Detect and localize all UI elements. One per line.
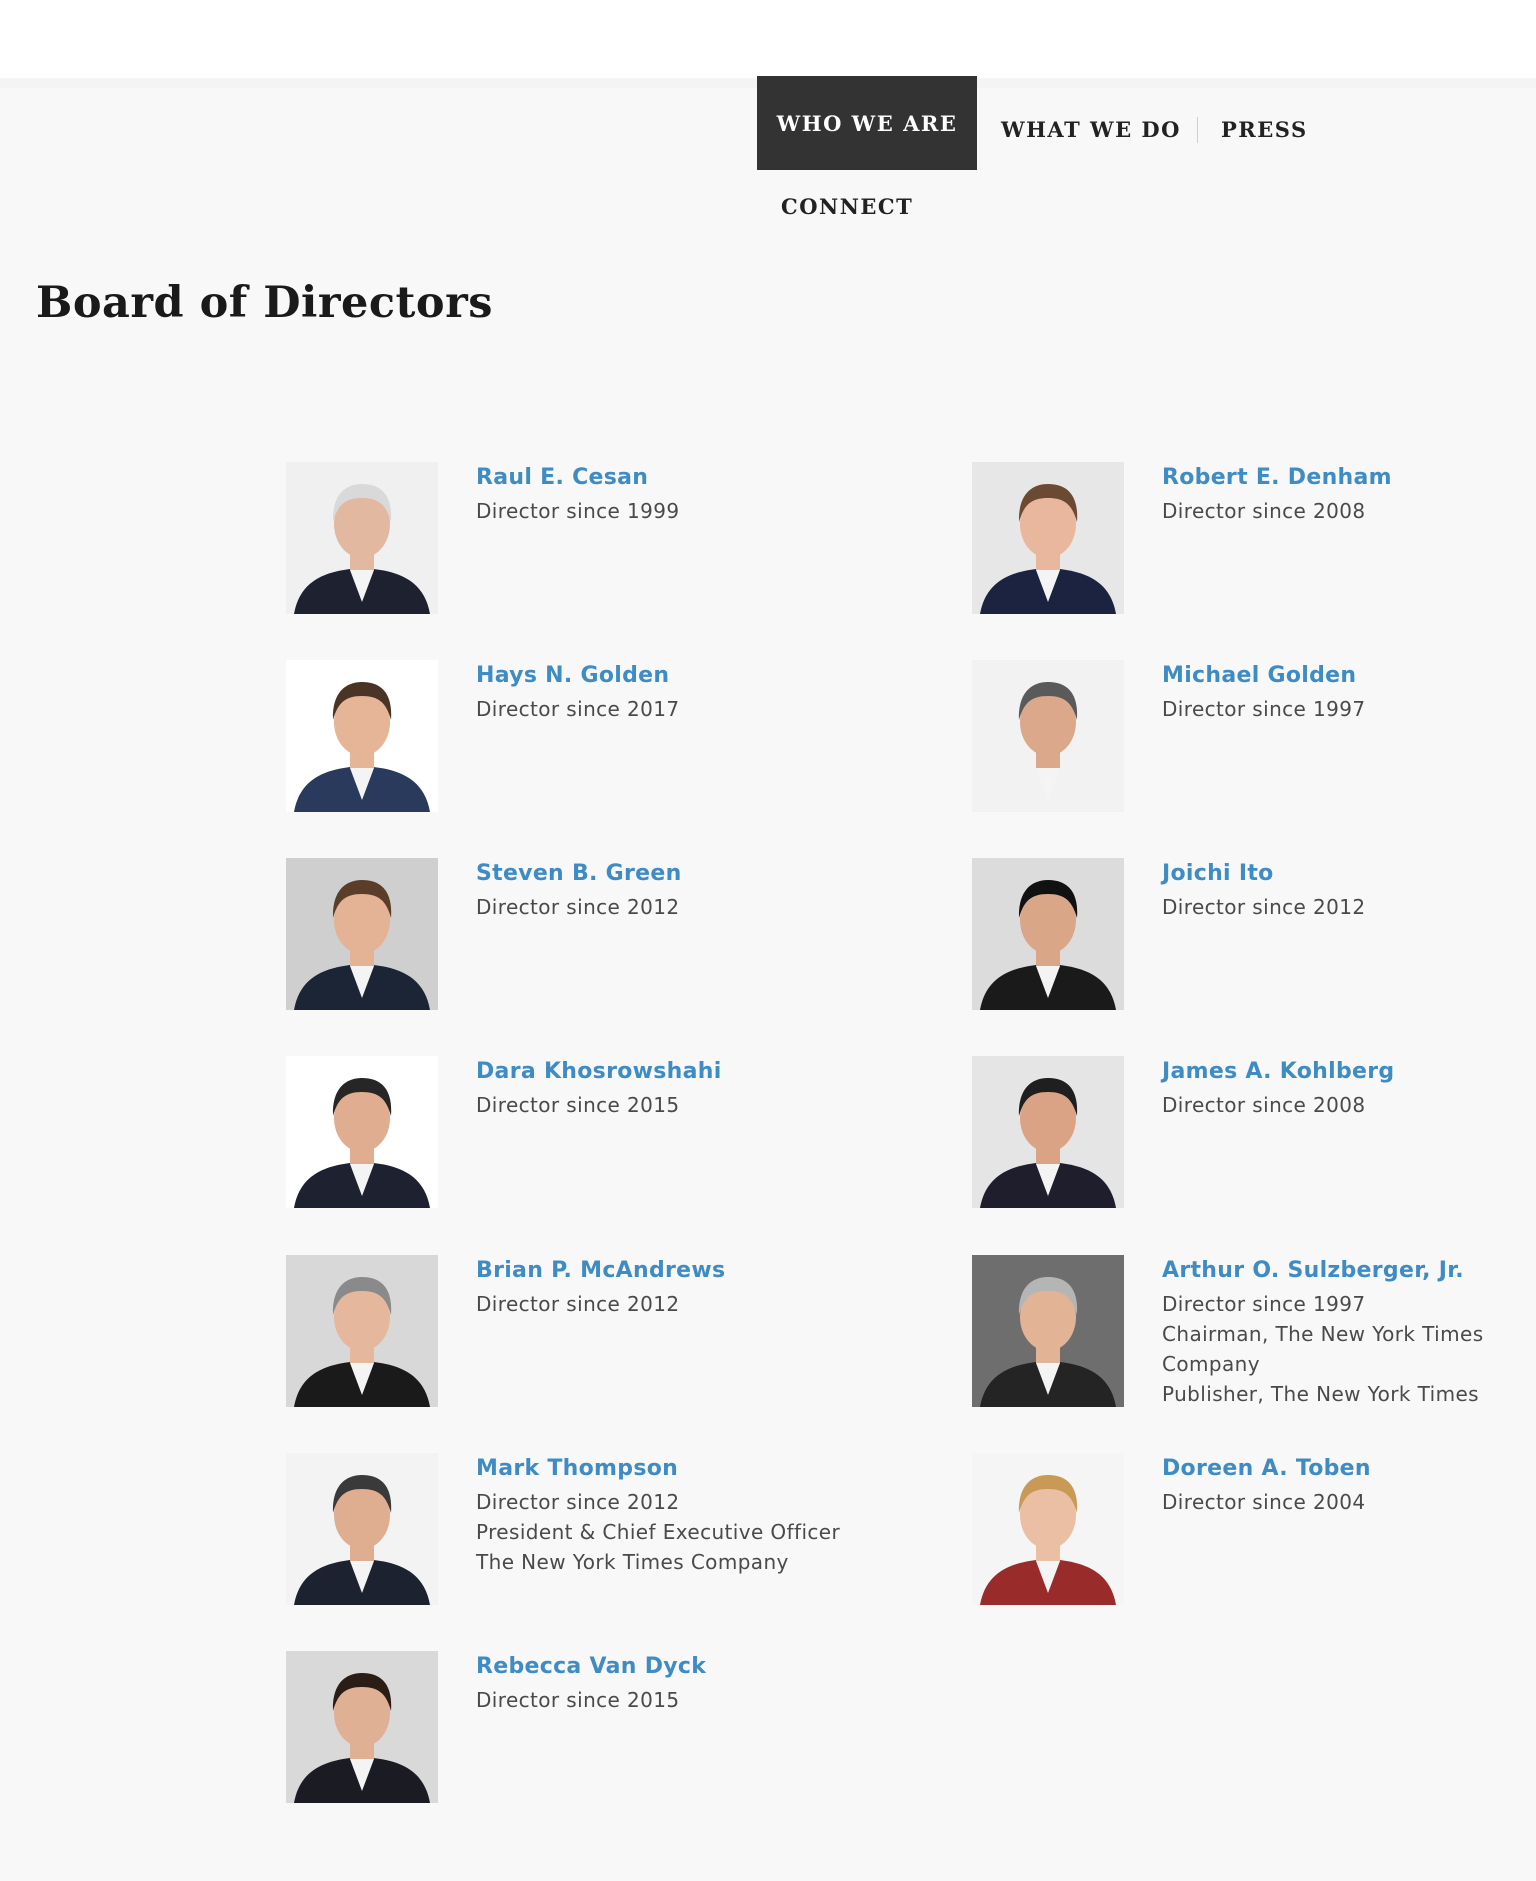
director-name-link[interactable]: Steven B. Green [476, 861, 916, 886]
director-since: Director since 2012 [1162, 895, 1366, 919]
director-photo[interactable] [286, 1453, 438, 1605]
director-info: Raul E. Cesan Director since 1999 [476, 465, 916, 526]
director-title: Company [1162, 1352, 1260, 1376]
director-info: Mark Thompson Director since 2012 Presiden… [476, 1456, 916, 1577]
director-photo[interactable] [286, 660, 438, 812]
director-info: Rebecca Van Dyck Director since 2015 [476, 1654, 916, 1715]
director-photo[interactable] [972, 1056, 1124, 1208]
director-name-link[interactable]: Dara Khosrowshahi [476, 1059, 916, 1084]
nav-item-connect[interactable]: CONNECT [781, 194, 913, 219]
director-since: Director since 2012 [476, 895, 680, 919]
director-photo[interactable] [972, 1255, 1124, 1407]
director-info: Steven B. Green Director since 2012 [476, 861, 916, 922]
director-photo[interactable] [972, 858, 1124, 1010]
director-card: Brian P. McAndrews Director since 2012 [286, 1255, 926, 1415]
director-card: Raul E. Cesan Director since 1999 [286, 462, 926, 622]
director-name-link[interactable]: Robert E. Denham [1162, 465, 1536, 490]
director-info: Michael Golden Director since 1997 [1162, 663, 1536, 724]
director-since: Director since 2008 [1162, 499, 1366, 523]
director-photo[interactable] [972, 462, 1124, 614]
director-name-link[interactable]: Brian P. McAndrews [476, 1258, 916, 1283]
director-info: Hays N. Golden Director since 2017 [476, 663, 916, 724]
director-card: Joichi Ito Director since 2012 [972, 858, 1536, 1018]
director-card: Arthur O. Sulzberger, Jr. Director since … [972, 1255, 1536, 1415]
director-name-link[interactable]: Rebecca Van Dyck [476, 1654, 916, 1679]
director-title: The New York Times Company [476, 1550, 789, 1574]
director-card: James A. Kohlberg Director since 2008 [972, 1056, 1536, 1216]
director-since: Director since 2015 [476, 1688, 680, 1712]
director-info: Dara Khosrowshahi Director since 2015 [476, 1059, 916, 1120]
director-info: Brian P. McAndrews Director since 2012 [476, 1258, 916, 1319]
director-name-link[interactable]: Doreen A. Toben [1162, 1456, 1536, 1481]
director-photo[interactable] [286, 462, 438, 614]
director-card: Doreen A. Toben Director since 2004 [972, 1453, 1536, 1613]
director-title: President & Chief Executive Officer [476, 1520, 841, 1544]
director-card: Michael Golden Director since 1997 [972, 660, 1536, 820]
director-since: Director since 2012 [476, 1292, 680, 1316]
director-photo[interactable] [286, 1255, 438, 1407]
director-card: Dara Khosrowshahi Director since 2015 [286, 1056, 926, 1216]
director-photo[interactable] [286, 858, 438, 1010]
director-since: Director since 2008 [1162, 1093, 1366, 1117]
director-title: Chairman, The New York Times [1162, 1322, 1484, 1346]
director-card: Hays N. Golden Director since 2017 [286, 660, 926, 820]
top-header-strip [0, 0, 1536, 88]
director-since: Director since 2015 [476, 1093, 680, 1117]
director-card: Robert E. Denham Director since 2008 [972, 462, 1536, 622]
page-title: Board of Directors [36, 278, 493, 328]
director-since: Director since 1999 [476, 499, 680, 523]
director-name-link[interactable]: Raul E. Cesan [476, 465, 916, 490]
director-info: Doreen A. Toben Director since 2004 [1162, 1456, 1536, 1517]
director-title: Publisher, The New York Times [1162, 1382, 1479, 1406]
director-since: Director since 2004 [1162, 1490, 1366, 1514]
director-since: Director since 2017 [476, 697, 680, 721]
director-since: Director since 1997 [1162, 697, 1366, 721]
director-since: Director since 1997 [1162, 1292, 1366, 1316]
director-name-link[interactable]: Michael Golden [1162, 663, 1536, 688]
nav-item-what-we-do[interactable]: WHAT WE DO [1001, 117, 1181, 142]
director-since: Director since 2012 [476, 1490, 680, 1514]
director-name-link[interactable]: Hays N. Golden [476, 663, 916, 688]
director-name-link[interactable]: Mark Thompson [476, 1456, 916, 1481]
director-card: Steven B. Green Director since 2012 [286, 858, 926, 1018]
director-card: Rebecca Van Dyck Director since 2015 [286, 1651, 926, 1811]
director-photo[interactable] [972, 660, 1124, 812]
director-info: James A. Kohlberg Director since 2008 [1162, 1059, 1536, 1120]
nav-separator [1197, 117, 1198, 143]
director-info: Joichi Ito Director since 2012 [1162, 861, 1536, 922]
director-card: Mark Thompson Director since 2012 Presiden… [286, 1453, 926, 1613]
director-name-link[interactable]: Arthur O. Sulzberger, Jr. [1162, 1258, 1536, 1283]
director-name-link[interactable]: James A. Kohlberg [1162, 1059, 1536, 1084]
director-photo[interactable] [972, 1453, 1124, 1605]
director-photo[interactable] [286, 1651, 438, 1803]
director-info: Robert E. Denham Director since 2008 [1162, 465, 1536, 526]
director-photo[interactable] [286, 1056, 438, 1208]
director-info: Arthur O. Sulzberger, Jr. Director since … [1162, 1258, 1536, 1409]
nav-item-who-we-are[interactable]: WHO WE ARE [757, 76, 977, 170]
nav-item-press[interactable]: PRESS [1221, 117, 1308, 142]
director-name-link[interactable]: Joichi Ito [1162, 861, 1536, 886]
